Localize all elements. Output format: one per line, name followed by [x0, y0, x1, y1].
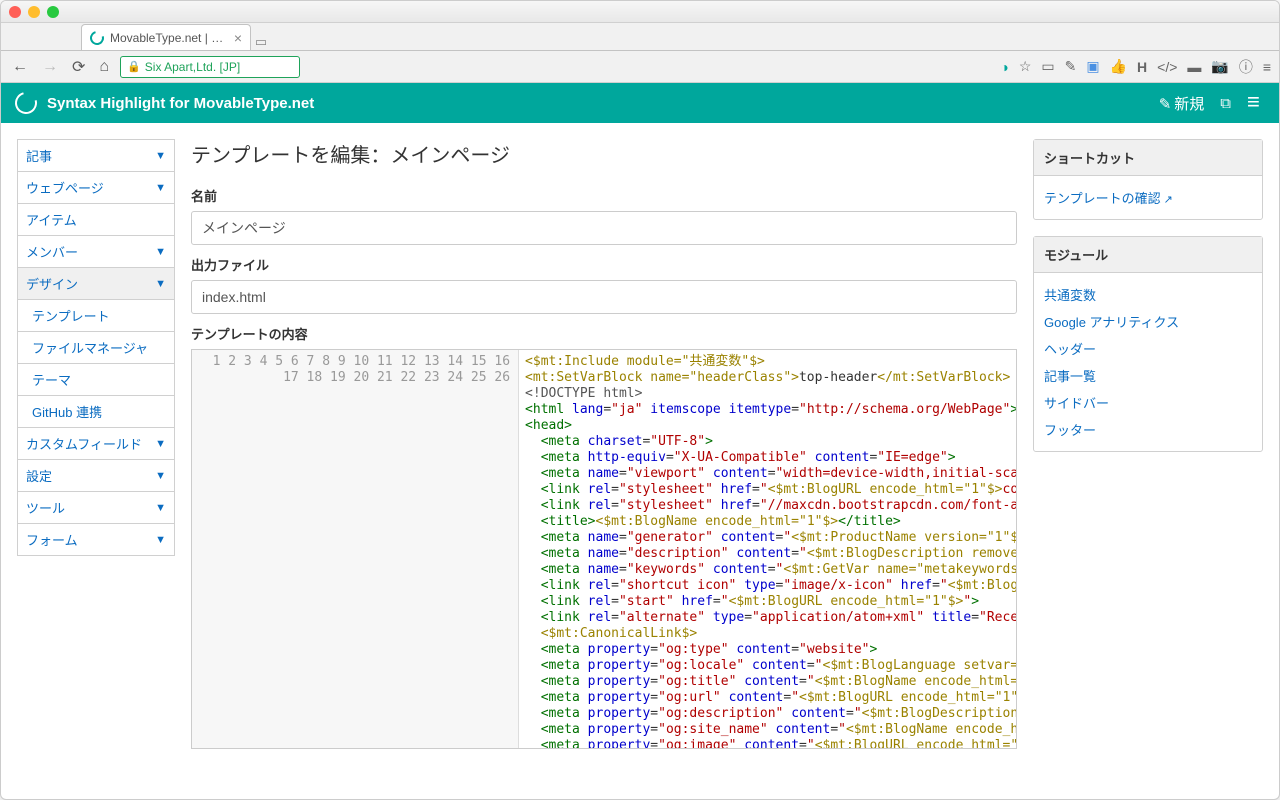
- chevron-down-icon: ▼: [155, 182, 166, 194]
- browser-tab[interactable]: MovableType.net | Syntax H ×: [81, 24, 251, 50]
- ext-icon[interactable]: ▬: [1187, 59, 1201, 75]
- browser-toolbar: ← → ⟳ ⌂ 🔒 Six Apart,Ltd. [JP] ◑ ☆ ▭ ✎ ▣ …: [1, 51, 1279, 83]
- address-bar[interactable]: 🔒 Six Apart,Ltd. [JP]: [120, 56, 300, 78]
- module-link[interactable]: フッター: [1044, 416, 1252, 443]
- ext-icon[interactable]: 📷: [1211, 58, 1228, 75]
- sidebar-sub-filemanager[interactable]: ファイルマネージャ: [17, 332, 175, 364]
- ext-icon[interactable]: ◑: [1000, 59, 1008, 75]
- favicon-icon: [87, 28, 106, 47]
- ext-icon[interactable]: ▣: [1086, 58, 1099, 75]
- panel-shortcuts: ショートカット テンプレートの確認: [1033, 139, 1263, 220]
- ext-icon[interactable]: ✎: [1065, 58, 1077, 75]
- tab-close-icon[interactable]: ×: [234, 30, 242, 46]
- popout-icon[interactable]: [1220, 95, 1231, 112]
- chevron-down-icon: ▼: [155, 470, 166, 482]
- module-link[interactable]: Google アナリティクス: [1044, 308, 1252, 335]
- label-content: テンプレートの内容: [191, 324, 1017, 343]
- module-link[interactable]: サイドバー: [1044, 389, 1252, 416]
- code-editor[interactable]: 1 2 3 4 5 6 7 8 9 10 11 12 13 14 15 16 1…: [191, 349, 1017, 749]
- sidebar-item-customfield[interactable]: カスタムフィールド▼: [17, 427, 175, 460]
- sidebar-item-items[interactable]: アイテム: [17, 203, 175, 236]
- lock-icon: 🔒: [127, 60, 141, 73]
- sidebar-item-tools[interactable]: ツール▼: [17, 491, 175, 524]
- module-link[interactable]: 共通変数: [1044, 281, 1252, 308]
- page-title: テンプレートを編集：メインページ: [191, 139, 1017, 168]
- browser-tabbar: MovableType.net | Syntax H × ▭: [1, 23, 1279, 51]
- sidebar-sub-github[interactable]: GitHub 連携: [17, 396, 175, 428]
- sidebar: 記事▼ ウェブページ▼ アイテム メンバー▼ デザイン▼ テンプレート ファイル…: [17, 139, 175, 785]
- label-output: 出力ファイル: [191, 255, 1017, 274]
- window-minimize-button[interactable]: [28, 6, 40, 18]
- chevron-down-icon: ▼: [155, 438, 166, 450]
- chevron-down-icon: ▼: [155, 246, 166, 258]
- content-area: 記事▼ ウェブページ▼ アイテム メンバー▼ デザイン▼ テンプレート ファイル…: [1, 123, 1279, 800]
- label-name: 名前: [191, 186, 1017, 205]
- sidebar-item-members[interactable]: メンバー▼: [17, 235, 175, 268]
- output-input[interactable]: [191, 280, 1017, 314]
- chevron-down-icon: ▼: [155, 150, 166, 162]
- sidebar-item-settings[interactable]: 設定▼: [17, 459, 175, 492]
- chevron-down-icon: ▼: [155, 278, 166, 290]
- sidebar-item-articles[interactable]: 記事▼: [17, 139, 175, 172]
- app-title: Syntax Highlight for MovableType.net: [47, 95, 314, 112]
- sidebar-item-design[interactable]: デザイン▼: [17, 267, 175, 300]
- new-button[interactable]: 新規: [1159, 93, 1205, 114]
- extension-icons: ◑ ☆ ▭ ✎ ▣ 👍 H </> ▬ 📷 ⓘ ≡: [1000, 57, 1271, 77]
- sidebar-item-webpages[interactable]: ウェブページ▼: [17, 171, 175, 204]
- bookmark-star-icon[interactable]: ☆: [1019, 58, 1032, 75]
- module-link[interactable]: 記事一覧: [1044, 362, 1252, 389]
- right-column: ショートカット テンプレートの確認 モジュール 共通変数 Google アナリテ…: [1033, 139, 1263, 785]
- chevron-down-icon: ▼: [155, 534, 166, 546]
- code-content[interactable]: <$mt:Include module="共通変数"$> <mt:SetVarB…: [519, 350, 1016, 748]
- ext-icon[interactable]: ▭: [1041, 58, 1054, 75]
- home-button[interactable]: ⌂: [96, 58, 112, 76]
- app-header: Syntax Highlight for MovableType.net 新規: [1, 83, 1279, 123]
- url-label: Six Apart,Ltd. [JP]: [145, 60, 240, 74]
- panel-title: ショートカット: [1034, 140, 1262, 176]
- sidebar-sub-theme[interactable]: テーマ: [17, 364, 175, 396]
- name-input[interactable]: [191, 211, 1017, 245]
- sidebar-item-forms[interactable]: フォーム▼: [17, 523, 175, 556]
- main-panel: テンプレートを編集：メインページ 名前 出力ファイル テンプレートの内容 1 2…: [191, 139, 1017, 785]
- panel-title: モジュール: [1034, 237, 1262, 273]
- menu-icon[interactable]: ≡: [1263, 59, 1271, 75]
- back-button[interactable]: ←: [9, 58, 31, 76]
- line-gutter: 1 2 3 4 5 6 7 8 9 10 11 12 13 14 15 16 1…: [192, 350, 519, 748]
- ext-icon[interactable]: H: [1137, 59, 1147, 75]
- hamburger-icon[interactable]: [1247, 93, 1265, 113]
- sidebar-sub-templates[interactable]: テンプレート: [17, 300, 175, 332]
- chevron-down-icon: ▼: [155, 502, 166, 514]
- module-link[interactable]: ヘッダー: [1044, 335, 1252, 362]
- window-zoom-button[interactable]: [47, 6, 59, 18]
- ext-icon[interactable]: </>: [1157, 59, 1177, 75]
- app-logo-icon[interactable]: [11, 88, 41, 118]
- window-close-button[interactable]: [9, 6, 21, 18]
- new-tab-button[interactable]: ▭: [251, 34, 271, 50]
- ext-icon[interactable]: ⓘ: [1239, 57, 1253, 77]
- mac-titlebar: [1, 1, 1279, 23]
- panel-modules: モジュール 共通変数 Google アナリティクス ヘッダー 記事一覧 サイドバ…: [1033, 236, 1263, 452]
- browser-window: MovableType.net | Syntax H × ▭ ← → ⟳ ⌂ 🔒…: [0, 0, 1280, 800]
- tab-title: MovableType.net | Syntax H: [110, 31, 228, 45]
- forward-button: →: [39, 58, 61, 76]
- link-confirm-template[interactable]: テンプレートの確認: [1044, 184, 1252, 211]
- ext-icon[interactable]: 👍: [1110, 58, 1127, 75]
- reload-button[interactable]: ⟳: [69, 57, 88, 77]
